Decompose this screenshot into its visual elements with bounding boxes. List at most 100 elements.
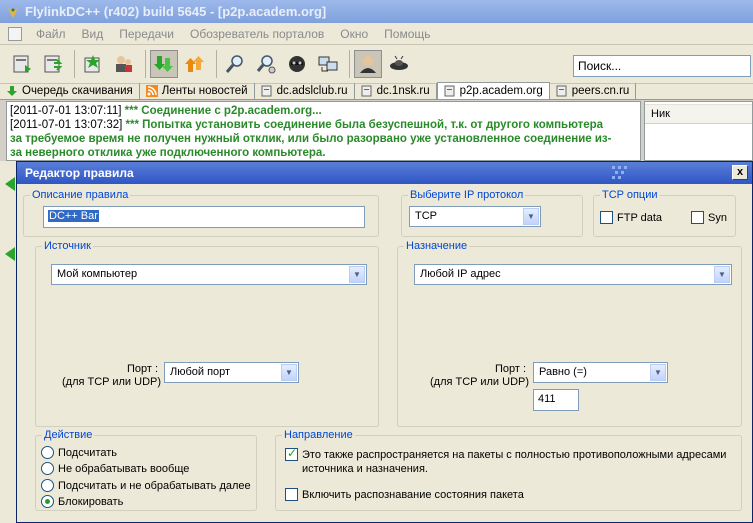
destination-port-number-input[interactable]: 411 [533, 389, 579, 411]
menu-portal-browser[interactable]: Обозреватель порталов [182, 27, 332, 41]
title-grip-icon [612, 166, 627, 179]
hub-icon [444, 85, 455, 97]
action-count-radio[interactable]: Подсчитать [41, 446, 117, 459]
upload-queue-button[interactable] [181, 50, 209, 78]
tab-hub-academ[interactable]: p2p.academ.org [436, 82, 550, 99]
network-stats-button[interactable] [314, 50, 342, 78]
menu-window[interactable]: Окно [332, 27, 376, 41]
destination-address-select[interactable]: Любой IP адрес ▼ [414, 264, 732, 285]
dialog-title: Редактор правила [25, 166, 134, 180]
action-block-radio[interactable]: Блокировать [41, 495, 123, 508]
flylink-logo-icon [8, 7, 18, 18]
action-ignore-radio[interactable]: Не обрабатывать вообще [41, 462, 189, 475]
destination-legend: Назначение [406, 240, 468, 252]
protocol-legend: Выберите IP протокол [410, 189, 524, 201]
magnifier-icon [225, 55, 243, 73]
tab-hub-peers[interactable]: peers.cn.ru [550, 83, 637, 99]
chat-line: за неверного отклика уже подключенного к… [10, 147, 326, 159]
tab-label: dc.adslclub.ru [276, 85, 348, 97]
spy-icon [289, 56, 305, 72]
favorite-hubs-icon [84, 55, 100, 73]
window-title: FlylinkDC++ (r402) build 5645 - [p2p.aca… [25, 4, 327, 19]
tab-label: p2p.academ.org [459, 85, 543, 97]
public-hubs-button[interactable] [8, 50, 36, 78]
chevron-down-icon: ▼ [523, 208, 539, 225]
chat-line: [2011-07-01 13:07:32] *** Попытка устано… [10, 119, 604, 131]
source-port-select[interactable]: Любой порт ▼ [164, 362, 299, 383]
toolbar-separator [349, 50, 350, 78]
firewall-rules-button[interactable] [354, 50, 382, 78]
system-menu-icon[interactable] [8, 26, 22, 41]
tcp-options-legend: TCP опции [602, 189, 658, 201]
reconnect-icon [44, 55, 63, 73]
users-icon [116, 56, 132, 72]
toolbar-separator [145, 50, 146, 78]
action-legend: Действие [44, 429, 93, 441]
user-list[interactable]: Ник [644, 101, 753, 161]
source-port-label: Порт : [127, 363, 159, 375]
adl-search-icon [256, 55, 276, 74]
destination-port-select[interactable]: Равно (=) ▼ [533, 362, 668, 383]
upload-arrows-icon [185, 56, 204, 72]
close-button[interactable]: x [732, 165, 748, 180]
hub-icon [556, 85, 567, 97]
syn-checkbox[interactable]: Syn [691, 211, 727, 224]
left-panel-strip [0, 161, 16, 523]
tab-download-queue[interactable]: Очередь скачивания [0, 83, 140, 99]
adl-search-button[interactable] [252, 50, 280, 78]
toolbar-search-input[interactable]: Поиск... [573, 55, 751, 77]
source-port-hint: (для TCP или UDP) [62, 376, 162, 388]
tab-label: dc.1nsk.ru [376, 85, 430, 97]
protocol-select[interactable]: TCP ▼ [409, 206, 541, 227]
public-hubs-icon [13, 55, 31, 73]
chat-line: за требуемое время не получен нужный отк… [10, 133, 612, 145]
menu-help[interactable]: Помощь [376, 27, 438, 41]
ftp-data-checkbox[interactable]: FTP data [600, 211, 662, 224]
dialog-title-bar[interactable]: Редактор правила x [17, 162, 752, 184]
favorites-button[interactable] [79, 50, 107, 78]
user-shield-icon [360, 56, 376, 73]
tab-hub-adslclub[interactable]: dc.adslclub.ru [255, 83, 355, 99]
hub-icon [361, 85, 372, 97]
search-button[interactable] [221, 50, 249, 78]
menu-transfers[interactable]: Передачи [111, 27, 182, 41]
column-header-nick[interactable]: Ник [645, 104, 752, 124]
users-button[interactable] [110, 50, 138, 78]
ufo-icon [390, 55, 408, 70]
reconnect-button[interactable] [39, 50, 67, 78]
ufo-button[interactable] [385, 50, 413, 78]
toolbar-separator [74, 50, 75, 78]
arrow-left-icon [5, 247, 15, 261]
chat-line: [2011-07-01 13:07:11] *** Соединение с p… [10, 105, 322, 117]
rss-icon [145, 85, 158, 97]
description-legend: Описание правила [32, 189, 129, 201]
download-queue-button[interactable] [150, 50, 178, 78]
tab-news-feeds[interactable]: Ленты новостей [140, 83, 255, 99]
menu-bar: Файл Вид Передачи Обозреватель порталов … [0, 23, 753, 45]
arrow-left-icon [5, 177, 15, 191]
source-legend: Источник [44, 240, 91, 252]
hub-chat-log[interactable]: [2011-07-01 13:07:11] *** Соединение с p… [6, 101, 641, 161]
chevron-down-icon: ▼ [281, 364, 297, 381]
rule-description-input[interactable]: DC++ Bar [43, 206, 365, 228]
download-arrows-icon [154, 56, 173, 72]
rule-editor-dialog: Редактор правила x Описание правила DC++… [16, 161, 753, 523]
stateful-inspection-checkbox[interactable]: Включить распознавание состояния пакета [285, 488, 524, 501]
download-queue-icon [7, 86, 17, 96]
mirror-rule-checkbox[interactable]: Это также распространяется на пакеты с п… [285, 446, 726, 476]
chevron-down-icon: ▼ [349, 266, 365, 283]
action-count-stop-radio[interactable]: Подсчитать и не обрабатывать далее [41, 479, 251, 492]
source-address-select[interactable]: Мой компьютер ▼ [51, 264, 367, 285]
chevron-down-icon: ▼ [650, 364, 666, 381]
menu-file[interactable]: Файл [28, 27, 74, 41]
toolbar-separator [216, 50, 217, 78]
search-spy-button[interactable] [283, 50, 311, 78]
tab-label: Ленты новостей [161, 85, 248, 97]
menu-view[interactable]: Вид [74, 27, 112, 41]
window-title-bar[interactable]: FlylinkDC++ (r402) build 5645 - [p2p.aca… [0, 0, 753, 23]
hub-icon [261, 85, 272, 97]
tab-hub-1nsk[interactable]: dc.1nsk.ru [355, 83, 437, 99]
destination-port-label: Порт : [495, 363, 527, 375]
direction-legend: Направление [284, 429, 353, 441]
chevron-down-icon: ▼ [714, 266, 730, 283]
